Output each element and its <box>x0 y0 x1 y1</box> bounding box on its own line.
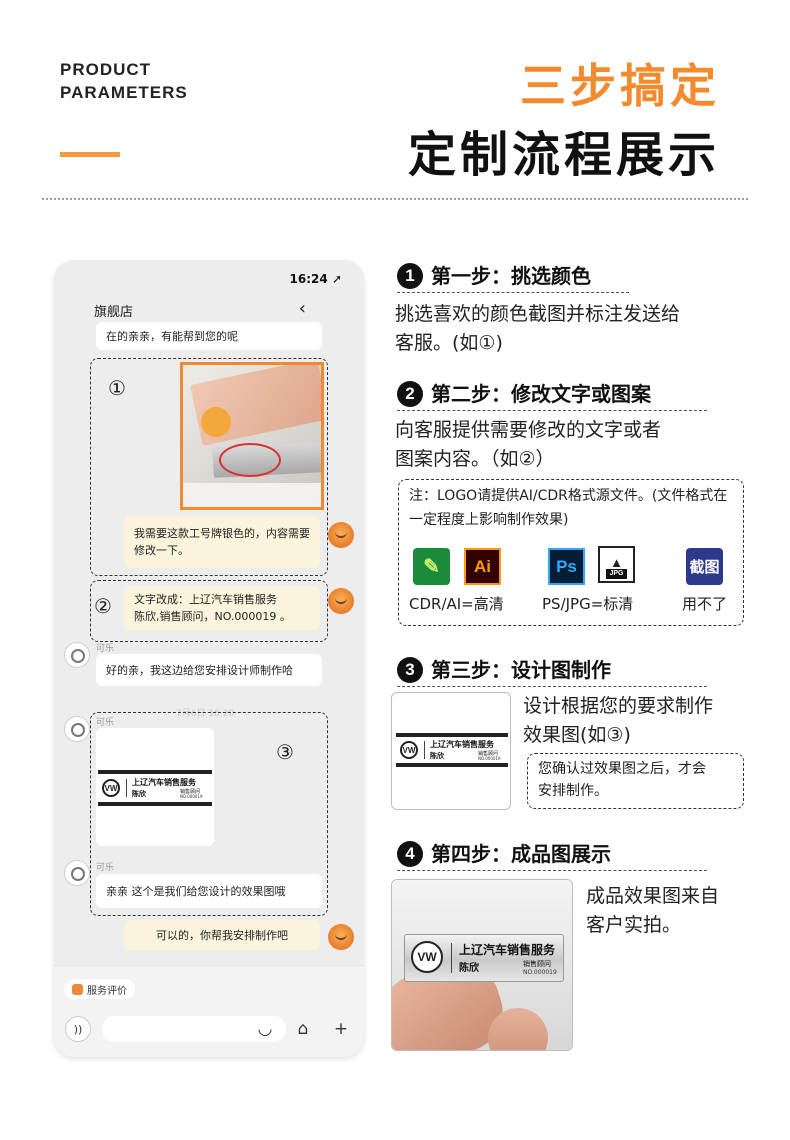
chat-phone-screenshot: 16:24 ➚ 旗舰店 ‹ 在的亲亲，有能帮到您的呢 ① 我需要这款工号牌银色的… <box>54 260 364 1057</box>
design-company: 上辽汽车销售服务 <box>132 778 196 787</box>
header-title-accent: 三步搞定 <box>520 59 720 113</box>
agent-avatar <box>64 642 90 668</box>
product-photo <box>180 362 324 510</box>
plus-icon[interactable]: + <box>328 1016 354 1042</box>
agent-avatar <box>64 716 90 742</box>
header-en-line2: PARAMETERS <box>60 83 188 102</box>
image-glyph-icon: ▲ <box>610 555 623 570</box>
preview-company: 上辽汽车销售服务 <box>430 740 494 749</box>
step-1-desc: 挑选喜欢的颜色截图并标注发送给 客服。(如①) <box>395 303 681 354</box>
header-divider <box>42 198 748 200</box>
final-number: NO.000019 <box>523 969 557 976</box>
format-label-high: CDR/AI=高清 <box>409 595 504 613</box>
user-avatar <box>328 522 354 548</box>
confirm-note: 您确认过效果图之后，才会 安排制作。 <box>527 753 744 809</box>
design-nameplate: VW 上辽汽车销售服务 陈欣 销售顾问 NO.000019 <box>98 770 212 806</box>
step-2-number: 2 <box>397 381 423 407</box>
chat-bubble-greeting: 在的亲亲，有能帮到您的呢 <box>96 322 322 350</box>
selection-circle <box>219 443 281 477</box>
voice-icon[interactable]: )) <box>65 1016 91 1042</box>
design-number: NO.000019 <box>180 794 203 799</box>
step-2-title: 2 第二步：修改文字或图案 <box>397 380 651 408</box>
step-3-number: 3 <box>397 657 423 683</box>
emoji-icon[interactable]: ◡ <box>252 1016 278 1042</box>
service-icon <box>72 983 83 995</box>
format-label-std: PS/JPG=标清 <box>542 595 634 613</box>
final-role: 销售顾问 <box>523 960 551 968</box>
step-1-number: 1 <box>397 263 423 289</box>
format-note-text: 注：LOGO请提供AI/CDR格式源文件。(文件格式在一定程度上影响制作效果) <box>409 488 728 528</box>
chat-input-area: 服务评价 )) ◡ ⌂ + <box>54 965 364 1057</box>
design-image-card: VW 上辽汽车销售服务 陈欣 销售顾问 NO.000019 <box>96 728 214 846</box>
chat-bubble-text-change: 文字改成：上辽汽车销售服务 陈欣,销售顾问，NO.000019 。 <box>124 586 320 630</box>
screenshot-icon: 截图 <box>686 548 723 585</box>
marker-1: ① <box>108 376 126 400</box>
preview-number: NO.000019 <box>478 756 501 761</box>
format-label-no: 用不了 <box>682 595 728 613</box>
agent-avatar <box>64 860 90 886</box>
marker-3: ③ <box>276 740 294 764</box>
agent-nickname: 可乐 <box>96 644 115 654</box>
user-avatar <box>328 924 354 950</box>
header-accent-bar <box>60 152 120 157</box>
status-time: 16:24 ➚ <box>289 272 342 286</box>
chat-bubble-reply: 好的亲，我这边给您安排设计师制作哈 <box>96 654 322 686</box>
marker-2: ② <box>94 594 112 618</box>
bag-icon[interactable]: ⌂ <box>290 1016 316 1042</box>
chat-bubble-effect: 亲亲 这个是我们给您设计的效果图哦 <box>96 874 322 908</box>
final-company: 上辽汽车销售服务 <box>459 943 556 957</box>
step-3-desc: 设计根据您的要求制作 效果图(如③) <box>523 695 714 746</box>
design-name: 陈欣 <box>132 790 146 798</box>
cdr-icon: ✎ <box>413 548 450 585</box>
header-title-main: 定制流程展示 <box>407 127 720 183</box>
step-3-title: 3 第三步：设计图制作 <box>397 656 611 684</box>
vw-logo-icon: VW <box>102 779 120 797</box>
step-2-desc: 向客服提供需要修改的文字或者 图案内容。（如②） <box>395 419 662 470</box>
chevron-left-icon[interactable]: ‹ <box>299 298 306 319</box>
step-1-title: 1 第一步：挑选颜色 <box>397 262 591 290</box>
ai-icon: Ai <box>464 548 501 585</box>
final-product-photo: VW 上辽汽车销售服务 陈欣 销售顾问 NO.000019 <box>391 879 573 1051</box>
step-4-desc: 成品效果图来自 客户实拍。 <box>586 885 720 936</box>
vw-logo-icon: VW <box>400 741 418 759</box>
design-preview-thumb: VW 上辽汽车销售服务 陈欣 销售顾问 NO.000019 <box>391 692 511 810</box>
preview-name: 陈欣 <box>430 752 444 760</box>
agent-nickname: 可乐 <box>96 718 115 728</box>
jpg-icon: ▲ JPG <box>598 546 635 583</box>
user-avatar <box>328 588 354 614</box>
ps-icon: Ps <box>548 548 585 585</box>
final-name: 陈欣 <box>459 963 479 974</box>
store-name: 旗舰店 <box>94 305 134 320</box>
chat-bubble-confirm: 可以的，你帮我安排制作吧 <box>124 920 320 950</box>
vw-logo-icon: VW <box>411 941 443 973</box>
step-4-number: 4 <box>397 841 423 867</box>
plate-logo-icon <box>201 407 231 437</box>
final-nameplate: VW 上辽汽车销售服务 陈欣 销售顾问 NO.000019 <box>404 934 564 982</box>
location-arrow-icon: ➚ <box>331 272 342 286</box>
header-en-line1: PRODUCT <box>60 60 152 79</box>
service-rating-button[interactable]: 服务评价 <box>64 979 135 999</box>
header-en-title: PRODUCT PARAMETERS <box>60 58 188 104</box>
agent-nickname: 可乐 <box>96 863 115 873</box>
preview-nameplate: VW 上辽汽车销售服务 陈欣 销售顾问 NO.000019 <box>396 733 508 767</box>
chat-bubble-request: 我需要这款工号牌银色的，内容需要修改一下。 <box>124 516 320 568</box>
step-4-title: 4 第四步：成品图展示 <box>397 840 611 868</box>
